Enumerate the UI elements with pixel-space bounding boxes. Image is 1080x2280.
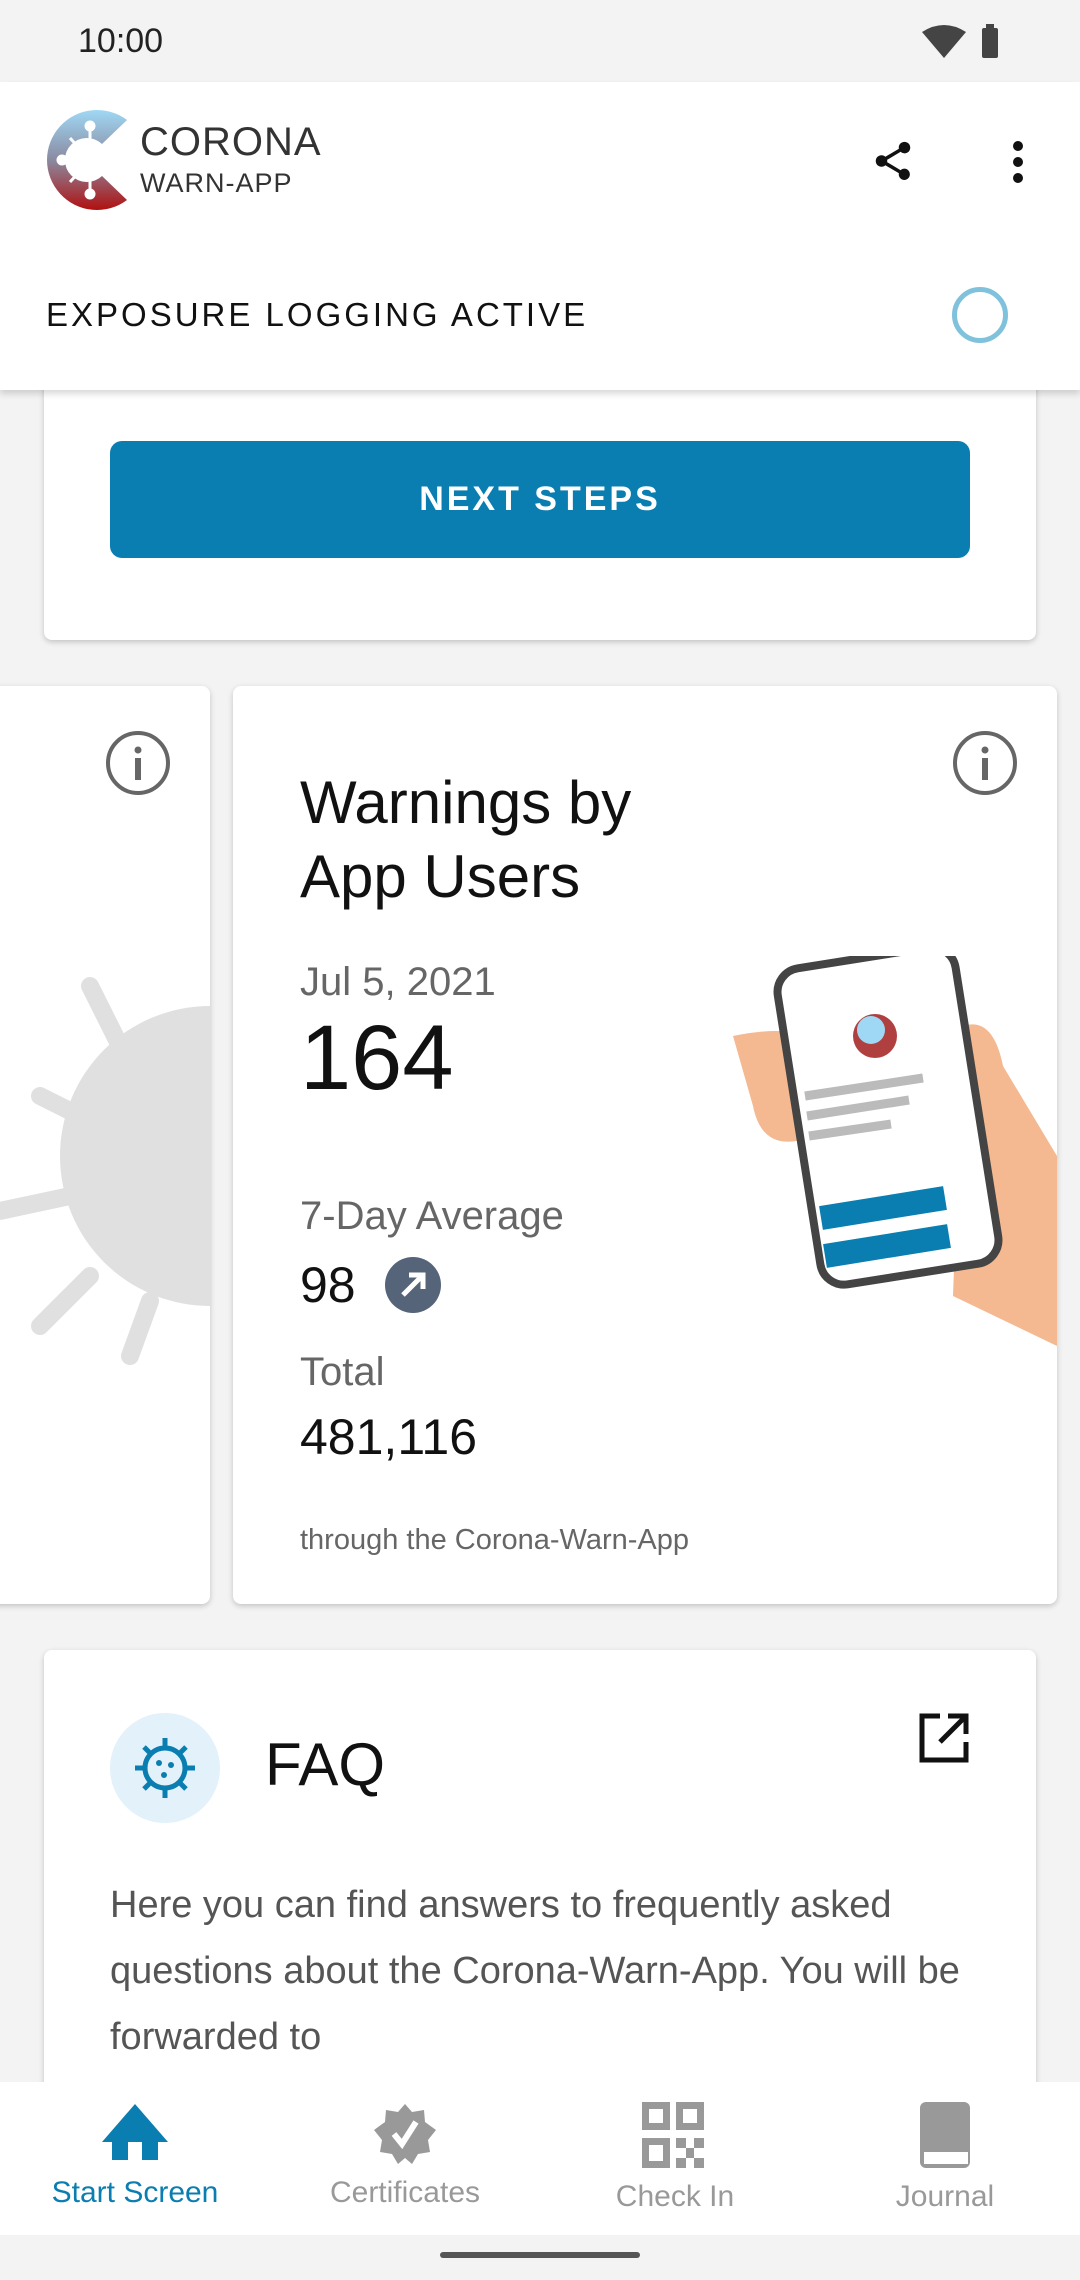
logo-subtitle: WARN-APP [140, 168, 293, 198]
info-icon[interactable] [952, 730, 1018, 796]
warnings-stats-card[interactable]: Warnings by App Users Jul 5, 2021 164 7-D… [233, 686, 1057, 1604]
nav-start-screen[interactable]: Start Screen [0, 2082, 270, 2235]
info-icon[interactable] [105, 730, 171, 796]
app-logo-icon [46, 110, 127, 210]
external-link-icon[interactable] [918, 1712, 970, 1764]
journal-book-icon [920, 2102, 970, 2168]
gesture-bar [0, 2235, 1080, 2280]
stats-footnote: through the Corona-Warn-App [300, 1524, 690, 1556]
stats-date: Jul 5, 2021 [300, 960, 496, 1004]
qr-code-icon [642, 2102, 704, 2168]
share-icon[interactable] [870, 138, 916, 184]
exposure-logging-status[interactable]: EXPOSURE LOGGING ACTIVE [46, 296, 588, 334]
next-steps-button[interactable]: NEXT STEPS [110, 441, 970, 558]
total-label: Total [300, 1350, 385, 1394]
app-bar: CORONA WARN-APP EXPOSURE LOGGING ACTIVE [0, 82, 1080, 390]
status-time: 10:00 [78, 22, 164, 60]
nav-check-in[interactable]: Check In [540, 2082, 810, 2235]
phone-in-hand-illustration-icon [733, 956, 1057, 1346]
faq-virus-icon [110, 1713, 220, 1823]
logo-title: CORONA [140, 120, 322, 164]
avg-value: 98 [300, 1257, 356, 1313]
stats-value: 164 [300, 1007, 454, 1109]
more-vert-icon[interactable] [1008, 138, 1028, 186]
nav-label: Check In [615, 2180, 735, 2213]
wifi-battery-icon [922, 24, 998, 58]
total-value: 481,116 [300, 1409, 478, 1465]
avg-label: 7-Day Average [300, 1194, 564, 1238]
stats-title: Warnings by App Users [300, 766, 631, 914]
nav-journal[interactable]: Journal [810, 2082, 1080, 2235]
home-icon [102, 2104, 168, 2160]
bottom-navigation: Start Screen Certificates Check In Journ… [0, 2082, 1080, 2235]
nav-label: Journal [895, 2180, 995, 2213]
stats-title-line2: App Users [300, 843, 581, 910]
loading-spinner-icon [952, 287, 1008, 343]
faq-body: Here you can find answers to frequently … [110, 1884, 960, 2058]
home-indicator[interactable] [440, 2252, 640, 2258]
stats-title-line1: Warnings by [300, 769, 632, 836]
certificate-badge-icon [374, 2104, 436, 2164]
previous-stats-card[interactable] [0, 686, 210, 1604]
nav-label: Certificates [329, 2176, 481, 2209]
nav-label: Start Screen [51, 2176, 219, 2209]
faq-title: FAQ [265, 1731, 386, 1798]
trend-up-arrow-icon [385, 1257, 441, 1313]
nav-certificates[interactable]: Certificates [270, 2082, 540, 2235]
status-bar: 10:00 [0, 0, 1080, 82]
virus-illustration-icon [0, 977, 210, 1365]
